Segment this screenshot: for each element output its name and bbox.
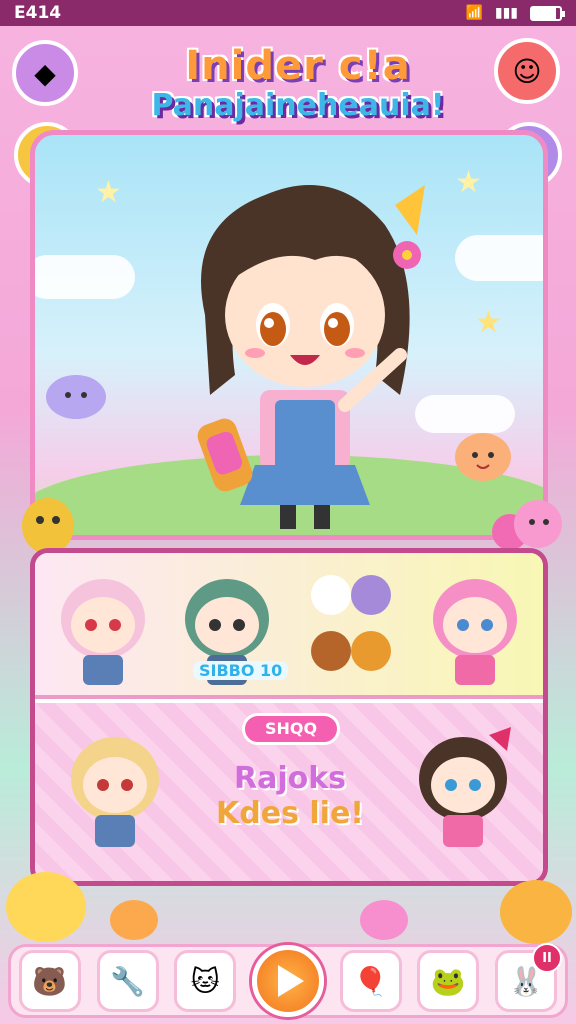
frog-icon[interactable]: 🐸 — [417, 950, 480, 1012]
wifi-icon: 📶 — [465, 5, 483, 21]
cloud — [35, 255, 135, 299]
heart-decoration — [360, 900, 408, 940]
blob-decoration — [500, 880, 572, 944]
pause-button[interactable]: II — [532, 943, 563, 973]
cloud — [455, 235, 543, 281]
star-icon: ★ — [475, 305, 502, 340]
candy-icon[interactable]: ◆ — [12, 40, 78, 106]
play-button[interactable] — [251, 945, 324, 1017]
bottom-nav: 🐻 🔧 🐱 🎈 🐸 🐰 II — [8, 943, 568, 1018]
promo-text: Rajoks Kdes lie! — [195, 761, 385, 831]
wrench-icon[interactable]: 🔧 — [96, 950, 159, 1012]
promo-line2: Kdes lie! — [216, 796, 364, 831]
character-card-pets[interactable] — [295, 559, 407, 689]
character-card-pink-girl[interactable] — [419, 559, 531, 689]
roster-badge-button[interactable]: SHQQ — [242, 713, 340, 745]
battery-icon — [530, 5, 565, 21]
bunny-icon[interactable]: 🐰 II — [495, 943, 563, 1012]
title-line2: Panajaineheauia! — [151, 88, 445, 123]
promo-line1: Rajoks — [233, 761, 347, 796]
bird-friend — [455, 433, 511, 481]
character-card-pink-cat[interactable] — [47, 559, 159, 689]
star-icon: ★ — [455, 165, 482, 200]
bear-icon[interactable]: 🐻 — [18, 950, 81, 1012]
roster-row-bottom: SHQQ Rajoks Kdes lie! — [35, 703, 543, 881]
hero-character — [197, 185, 425, 529]
character-card-brown-girl[interactable] — [407, 721, 519, 851]
signal-icon: ▮▮▮ — [494, 5, 518, 21]
status-time: E414 — [14, 3, 62, 23]
balloon-icon[interactable]: 🎈 — [339, 950, 402, 1012]
pig-decoration — [492, 500, 562, 550]
cat-icon[interactable]: 🐱 — [174, 950, 237, 1012]
whale-friend — [46, 375, 106, 419]
game-title: Inider c!a Panajaineheauia! — [120, 44, 476, 124]
character-code-label: SIBBO 10 — [193, 661, 289, 680]
status-bar: E414 📶 ▮▮▮ — [0, 0, 576, 26]
play-icon — [277, 965, 304, 997]
title-line1: Inider c!a — [185, 43, 411, 89]
character-roster: SIBBO 10 SHQQ Rajoks Kdes lie! — [30, 548, 548, 886]
star-decoration — [110, 900, 158, 940]
hero-panel: ★ ★ ★ — [30, 130, 548, 540]
roster-row-top: SIBBO 10 — [35, 553, 543, 699]
star-icon: ★ — [95, 175, 122, 210]
smiley-decoration — [6, 872, 86, 942]
character-card-blonde-girl[interactable] — [59, 721, 171, 851]
smiley-icon[interactable]: ☺ — [494, 38, 560, 104]
